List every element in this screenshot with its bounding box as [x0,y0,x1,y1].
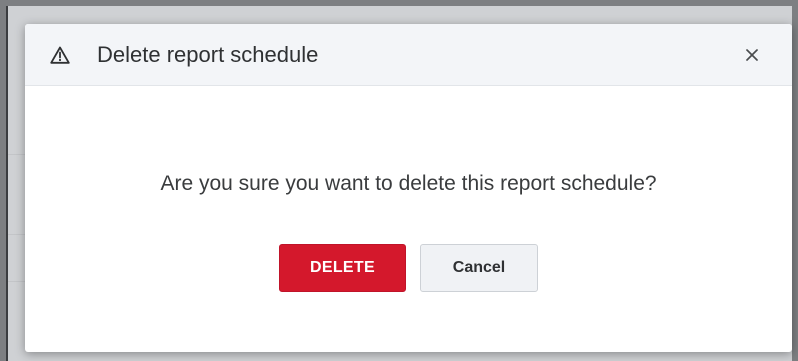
dialog-title: Delete report schedule [97,41,319,67]
delete-schedule-dialog: Delete report schedule Are you sure you … [25,24,792,352]
dialog-body: Are you sure you want to delete this rep… [25,172,792,292]
warning-triangle-icon [49,44,71,66]
close-icon [746,48,758,61]
dialog-actions: DELETE Cancel [25,244,792,292]
dialog-header: Delete report schedule [25,24,792,86]
close-button[interactable] [740,43,764,67]
cancel-button[interactable]: Cancel [420,244,538,292]
delete-button[interactable]: DELETE [279,244,406,292]
confirmation-message: Are you sure you want to delete this rep… [160,172,657,195]
